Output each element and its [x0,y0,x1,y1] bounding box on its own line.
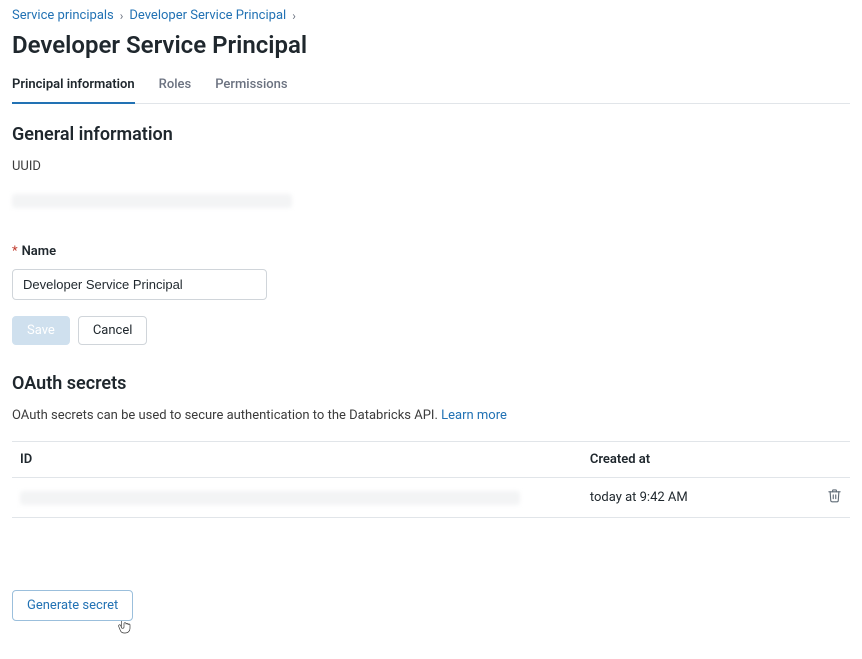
breadcrumb-current-link[interactable]: Developer Service Principal [129,8,286,23]
chevron-right-icon: › [292,9,296,23]
name-field: * Name [12,244,850,300]
table-row: today at 9:42 AM [12,478,850,518]
column-actions [800,442,850,478]
tab-principal-information[interactable]: Principal information [12,71,135,104]
uuid-field: UUID [12,159,850,208]
name-input[interactable] [12,269,267,300]
cancel-button[interactable]: Cancel [78,316,148,345]
uuid-label: UUID [12,159,850,174]
chevron-right-icon: › [120,9,124,23]
name-label: * Name [12,244,850,259]
oauth-description: OAuth secrets can be used to secure auth… [12,408,850,423]
trash-icon[interactable] [827,488,842,503]
oauth-description-text: OAuth secrets can be used to secure auth… [12,408,438,423]
tab-roles[interactable]: Roles [159,71,192,104]
cursor-pointer-icon [117,619,131,635]
name-label-text: Name [22,244,56,259]
breadcrumb-root-link[interactable]: Service principals [12,8,114,23]
breadcrumb: Service principals › Developer Service P… [12,8,850,23]
oauth-secrets-section: OAuth secrets OAuth secrets can be used … [12,373,850,621]
tab-permissions[interactable]: Permissions [215,71,287,104]
required-asterisk-icon: * [12,244,18,259]
general-information-section: General information UUID * Name Save Canc… [12,124,850,345]
generate-secret-button[interactable]: Generate secret [12,590,133,621]
save-button[interactable]: Save [12,316,70,345]
save-cancel-row: Save Cancel [12,316,850,345]
column-id: ID [12,442,582,478]
tabs: Principal information Roles Permissions [12,71,850,104]
general-information-heading: General information [12,124,850,145]
page-title: Developer Service Principal [12,31,850,59]
uuid-value-redacted [12,194,292,208]
table-header-row: ID Created at [12,442,850,478]
learn-more-link[interactable]: Learn more [441,408,507,423]
secret-created-at: today at 9:42 AM [582,478,800,518]
column-created-at: Created at [582,442,800,478]
oauth-secrets-heading: OAuth secrets [12,373,850,394]
oauth-secrets-table: ID Created at today at 9:42 AM [12,441,850,518]
secret-id-redacted [20,491,520,505]
